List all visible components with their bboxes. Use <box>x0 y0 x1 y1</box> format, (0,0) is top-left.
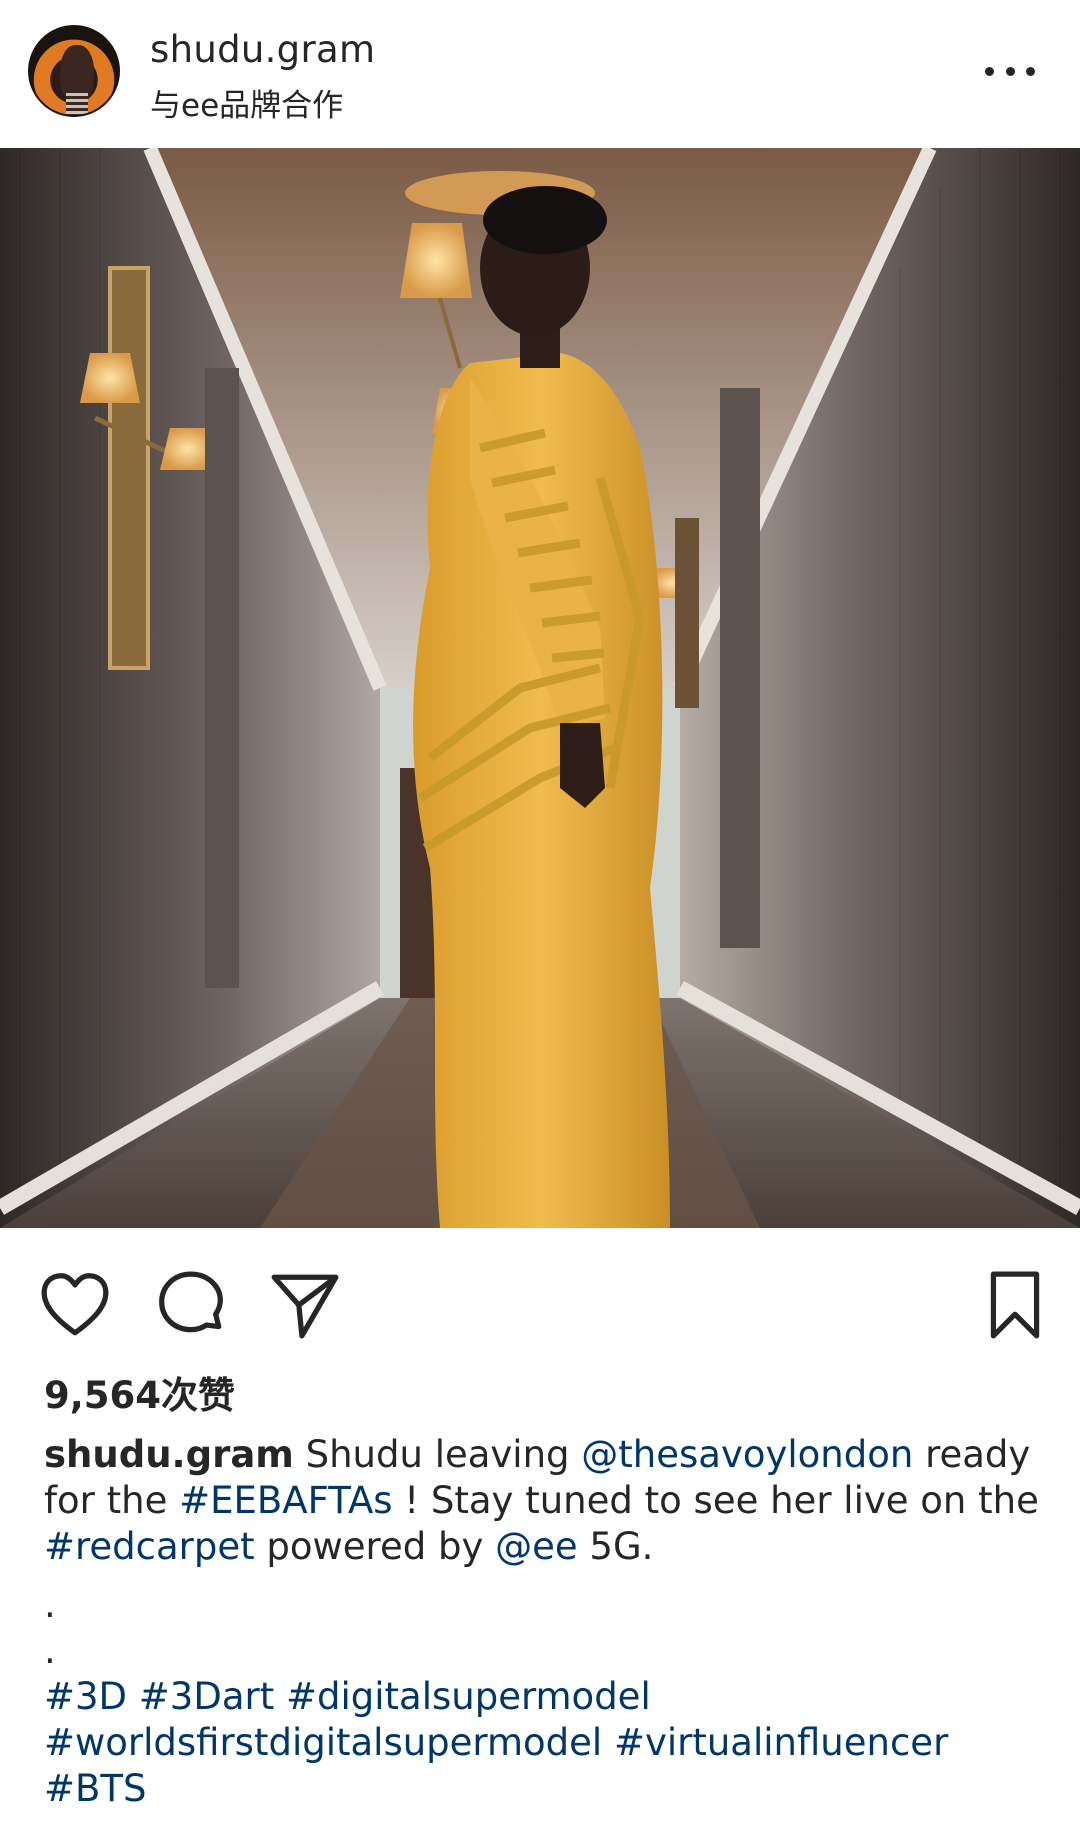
username[interactable]: shudu.gram <box>150 28 375 71</box>
caption-text: ! Stay tuned to see her live on the <box>392 1479 1039 1522</box>
mention-link[interactable]: @thesavoylondon <box>581 1433 913 1476</box>
more-dot <box>985 66 994 76</box>
post-header: shudu.gram 与ee品牌合作 <box>0 0 1080 148</box>
more-horizontal-icon[interactable] <box>985 56 1035 86</box>
action-bar <box>0 1228 1080 1358</box>
hallway-photo <box>0 148 1080 1228</box>
left-doorframe <box>205 368 239 988</box>
mention-link[interactable]: @ee <box>495 1525 578 1568</box>
hashtag-line[interactable]: #worldsfirstdigitalsupermodel #virtualin… <box>44 1720 1044 1766</box>
post-photo[interactable] <box>0 148 1080 1228</box>
caption: shudu.gram Shudu leaving @thesavoylondon… <box>44 1432 1044 1812</box>
send-icon[interactable] <box>268 1268 342 1342</box>
right-doorframe <box>720 388 760 948</box>
more-dot <box>1026 66 1035 76</box>
caption-text: powered by <box>254 1525 496 1568</box>
instagram-post: shudu.gram 与ee品牌合作 9,564次赞 shudu.gram Sh… <box>0 0 1080 1830</box>
avatar[interactable] <box>28 25 120 117</box>
model-hair <box>483 186 607 254</box>
comment-icon[interactable] <box>154 1268 228 1342</box>
bookmark-icon[interactable] <box>978 1268 1052 1342</box>
hashtag-link[interactable]: #redcarpet <box>44 1525 255 1568</box>
hashtag-line[interactable]: #3D #3Dart #digitalsupermodel <box>44 1674 1044 1720</box>
left-mirror-frame <box>108 266 150 670</box>
like-count[interactable]: 9,564次赞 <box>44 1365 235 1419</box>
caption-username[interactable]: shudu.gram <box>44 1433 294 1476</box>
paid-partnership-label[interactable]: 与ee品牌合作 <box>150 80 343 125</box>
caption-dot: . <box>44 1583 56 1626</box>
hashtag-link[interactable]: #EEBAFTAs <box>179 1479 392 1522</box>
caption-text: Shudu leaving <box>293 1433 582 1476</box>
caption-text: 5G. <box>577 1525 654 1568</box>
heart-icon[interactable] <box>38 1268 112 1342</box>
caption-dot: . <box>44 1629 56 1672</box>
hashtag-line[interactable]: #BTS <box>44 1766 1044 1812</box>
gold-dress <box>413 353 670 1228</box>
more-dot <box>1005 66 1015 76</box>
avatar-neck <box>66 93 88 115</box>
